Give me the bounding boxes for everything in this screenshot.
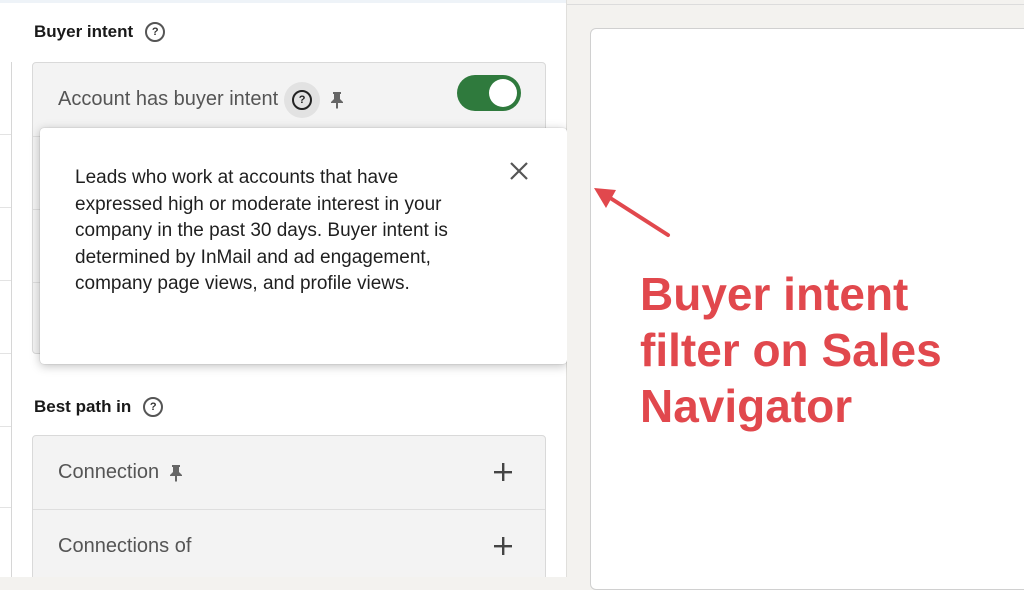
buyer-intent-heading: Buyer intent ? xyxy=(34,22,166,42)
buyer-intent-tooltip: Leads who work at accounts that have exp… xyxy=(40,128,567,364)
best-path-card: Connection Connections of xyxy=(32,435,546,577)
best-path-title: Best path in xyxy=(34,397,132,416)
help-icon[interactable]: ? xyxy=(284,81,321,118)
toggle-knob xyxy=(489,79,517,107)
plus-icon[interactable] xyxy=(493,536,513,556)
best-path-item-connection[interactable]: Connection xyxy=(33,436,545,509)
left-rail xyxy=(0,62,12,577)
help-icon[interactable]: ? xyxy=(143,397,164,417)
close-icon[interactable] xyxy=(509,161,529,181)
divider xyxy=(567,4,1024,5)
best-path-item-label: Connection xyxy=(58,461,160,483)
top-strip xyxy=(0,0,566,3)
arrow-icon xyxy=(594,188,670,237)
pin-icon[interactable] xyxy=(169,464,183,482)
best-path-item-connections-of[interactable]: Connections of xyxy=(33,509,545,577)
buyer-intent-toggle[interactable] xyxy=(457,75,521,111)
pin-icon[interactable] xyxy=(330,91,344,109)
plus-icon[interactable] xyxy=(493,462,513,482)
annotation-caption: Buyer intent filter on Sales Navigator xyxy=(640,268,942,432)
buyer-intent-title: Buyer intent xyxy=(34,22,134,41)
help-icon[interactable]: ? xyxy=(145,22,166,42)
tooltip-text: Leads who work at accounts that have exp… xyxy=(75,167,448,294)
buyer-intent-filter-row: Account has buyer intent ? xyxy=(33,63,545,136)
best-path-item-label: Connections of xyxy=(58,534,192,557)
best-path-heading: Best path in ? xyxy=(34,397,164,417)
buyer-intent-filter-label: Account has buyer intent xyxy=(58,88,279,110)
